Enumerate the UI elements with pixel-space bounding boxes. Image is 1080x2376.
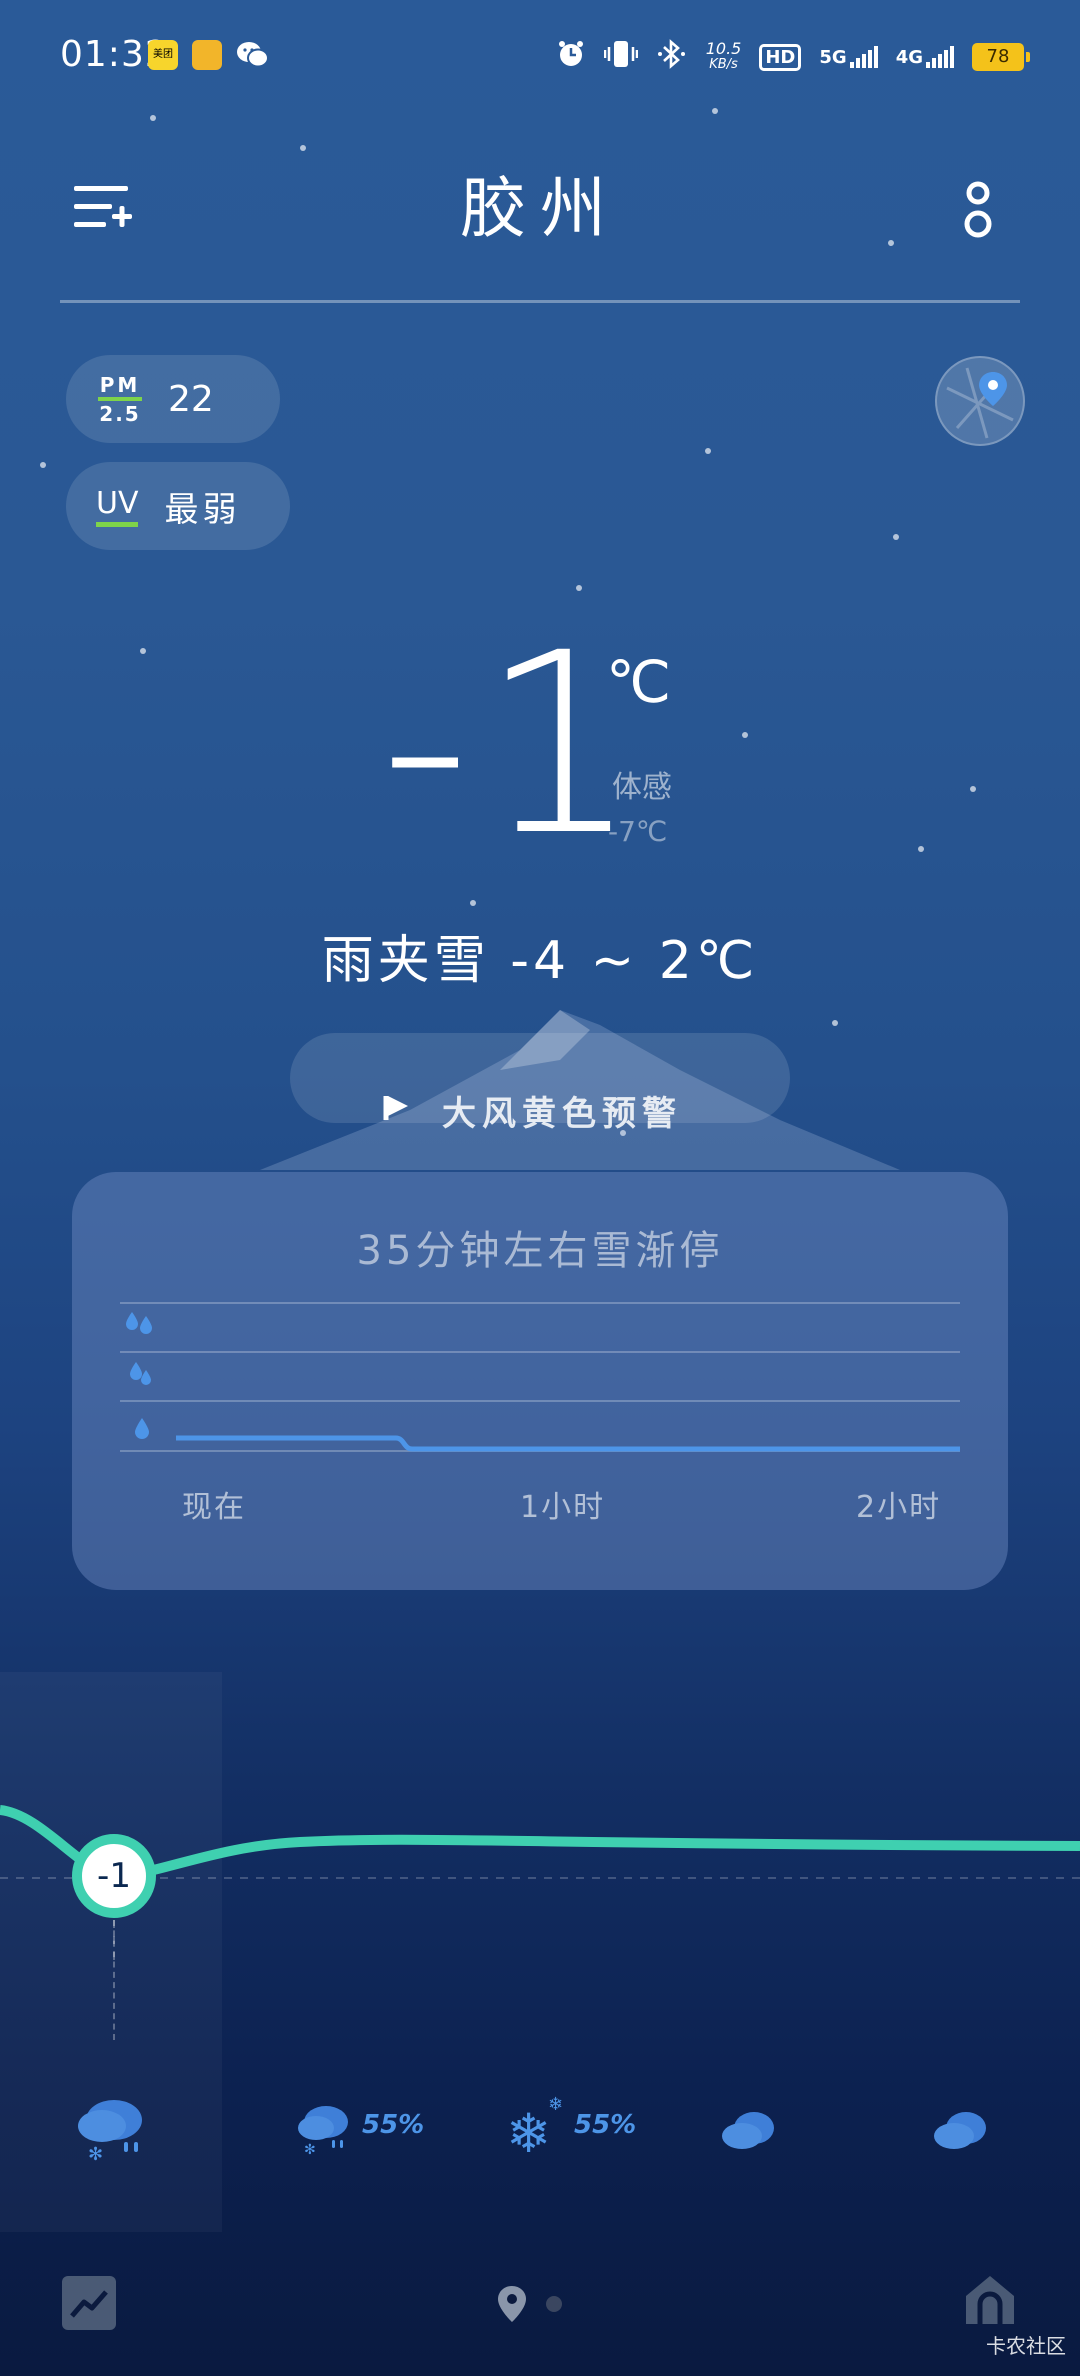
network-speed-value: 10.5 (705, 39, 742, 58)
alarm-icon (556, 39, 586, 75)
drop-icon (141, 1370, 151, 1385)
snowflake (893, 534, 899, 540)
snowflake (140, 648, 146, 654)
pm-label: PM (98, 375, 142, 401)
uv-value: 最弱 (164, 489, 241, 530)
time-indicator (113, 1920, 117, 2040)
sim2-signal: 4G (896, 46, 954, 68)
page-dot-icon (546, 2296, 562, 2312)
home-button[interactable] (962, 2274, 1018, 2326)
sim2-network-type: 4G (895, 47, 923, 68)
snowflake (150, 115, 156, 121)
file-app-icon (192, 40, 222, 70)
home-icon (966, 2276, 1014, 2324)
uv-label: UV (96, 486, 139, 527)
precipitation-line (176, 1435, 960, 1452)
snow-icon: ❄ ❄ (502, 2090, 572, 2165)
drop-icon (126, 1312, 138, 1330)
condition-and-range: 雨夹雪 -4 ~ 2℃ (321, 931, 759, 991)
meituan-app-icon: 美团 (148, 40, 178, 70)
network-speed-unit: KB/s (709, 57, 738, 72)
hd-voice-badge: HD (759, 43, 802, 71)
pm-size-label: 2.5 (99, 401, 141, 426)
axis-label-1h: 1小时 (520, 1490, 606, 1525)
map-button[interactable] (935, 356, 1025, 446)
vibrate-icon (603, 39, 638, 75)
signal-bars-icon (849, 46, 878, 68)
snowflake (970, 786, 976, 792)
battery-indicator: 78 (972, 43, 1030, 71)
gridline (120, 1400, 960, 1402)
snowflake (918, 846, 924, 852)
precip-chance-2: 55% (362, 2110, 425, 2140)
current-temp-node: -1 (72, 1834, 156, 1918)
svg-text:✻: ✻ (88, 2144, 103, 2165)
sim1-signal: 5G (819, 46, 878, 68)
more-icon (964, 181, 992, 238)
feels-like-label: 体感 (612, 770, 672, 805)
trend-chart-icon (70, 2290, 108, 2318)
svg-text:❄: ❄ (548, 2094, 563, 2115)
precipitation-summary: 35分钟左右雪渐停 (356, 1228, 724, 1274)
snowflake (705, 448, 711, 454)
hourly-temperature-curve (0, 1805, 1080, 1960)
precip-chance-3: 55% (574, 2110, 637, 2140)
signal-bars-icon (926, 46, 954, 68)
svg-text:✻: ✻ (304, 2142, 316, 2158)
wechat-icon (236, 40, 270, 74)
axis-label-now: 现在 (182, 1490, 246, 1525)
pm25-value: 22 (168, 378, 214, 420)
page-indicator[interactable] (496, 2284, 566, 2328)
cloud-icon (932, 2108, 992, 2156)
drop-icon (135, 1418, 149, 1439)
more-options-button[interactable] (960, 180, 996, 242)
warning-text: 大风黄色预警 (442, 1094, 682, 1134)
warning-flag-icon (383, 1096, 408, 1120)
sleet-icon: ✻ (296, 2100, 356, 2164)
drop-icon (140, 1316, 152, 1334)
sim1-network-type: 5G (819, 47, 847, 68)
precip-intensity-icons (126, 1312, 152, 1439)
svg-text:❄: ❄ (506, 2102, 551, 2160)
trend-button[interactable] (62, 2276, 116, 2330)
snowflake (40, 462, 46, 468)
header-divider (60, 300, 1020, 303)
city-name: 胶州 (460, 170, 620, 247)
pm25-pill[interactable]: PM 2.5 22 (66, 355, 280, 443)
sleet-icon: ✻ (74, 2090, 154, 2174)
watermark: 卡农社区 (986, 2334, 1066, 2358)
network-speed: 10.5 KB/s (706, 41, 742, 73)
feels-like-value: -7℃ (608, 815, 668, 848)
gridline (120, 1302, 960, 1304)
gridline (120, 1351, 960, 1353)
temperature-unit: ℃ (606, 648, 672, 716)
drop-icon (130, 1362, 142, 1380)
bluetooth-icon (656, 38, 688, 76)
status-bar: 01:32 美团 10.5 KB/s HD 5G 4G 78 (0, 0, 1080, 110)
axis-label-2h: 2小时 (856, 1490, 942, 1525)
pm25-badge: PM 2.5 (98, 375, 142, 424)
snowflake (742, 732, 748, 738)
snowflake (300, 145, 306, 151)
uv-pill[interactable]: UV 最弱 (66, 462, 290, 550)
snowflake (470, 900, 476, 906)
snowflake (576, 585, 582, 591)
cloud-icon (720, 2108, 780, 2156)
map-pin-icon (946, 367, 1014, 439)
status-icons: 10.5 KB/s HD 5G 4G 78 (556, 38, 1030, 76)
